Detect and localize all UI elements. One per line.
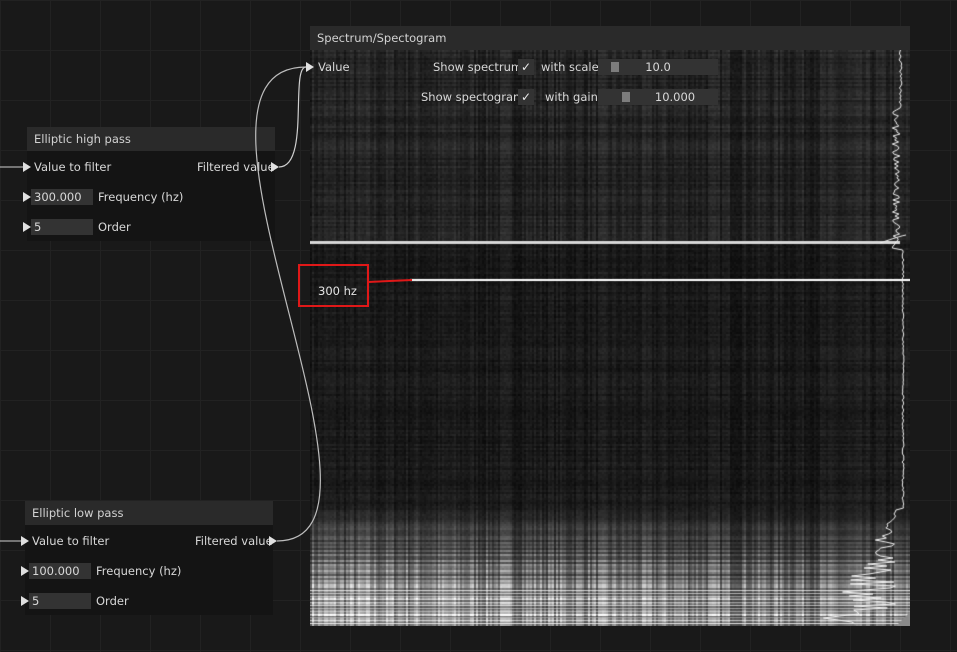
marker-label: 300 hz (318, 284, 357, 298)
annotation-line (367, 279, 413, 283)
high-pass-to-spectrum-wire[interactable] (278, 66, 307, 168)
low-pass-to-spectrum-wire[interactable] (255, 66, 321, 542)
wires-overlay (0, 66, 413, 542)
